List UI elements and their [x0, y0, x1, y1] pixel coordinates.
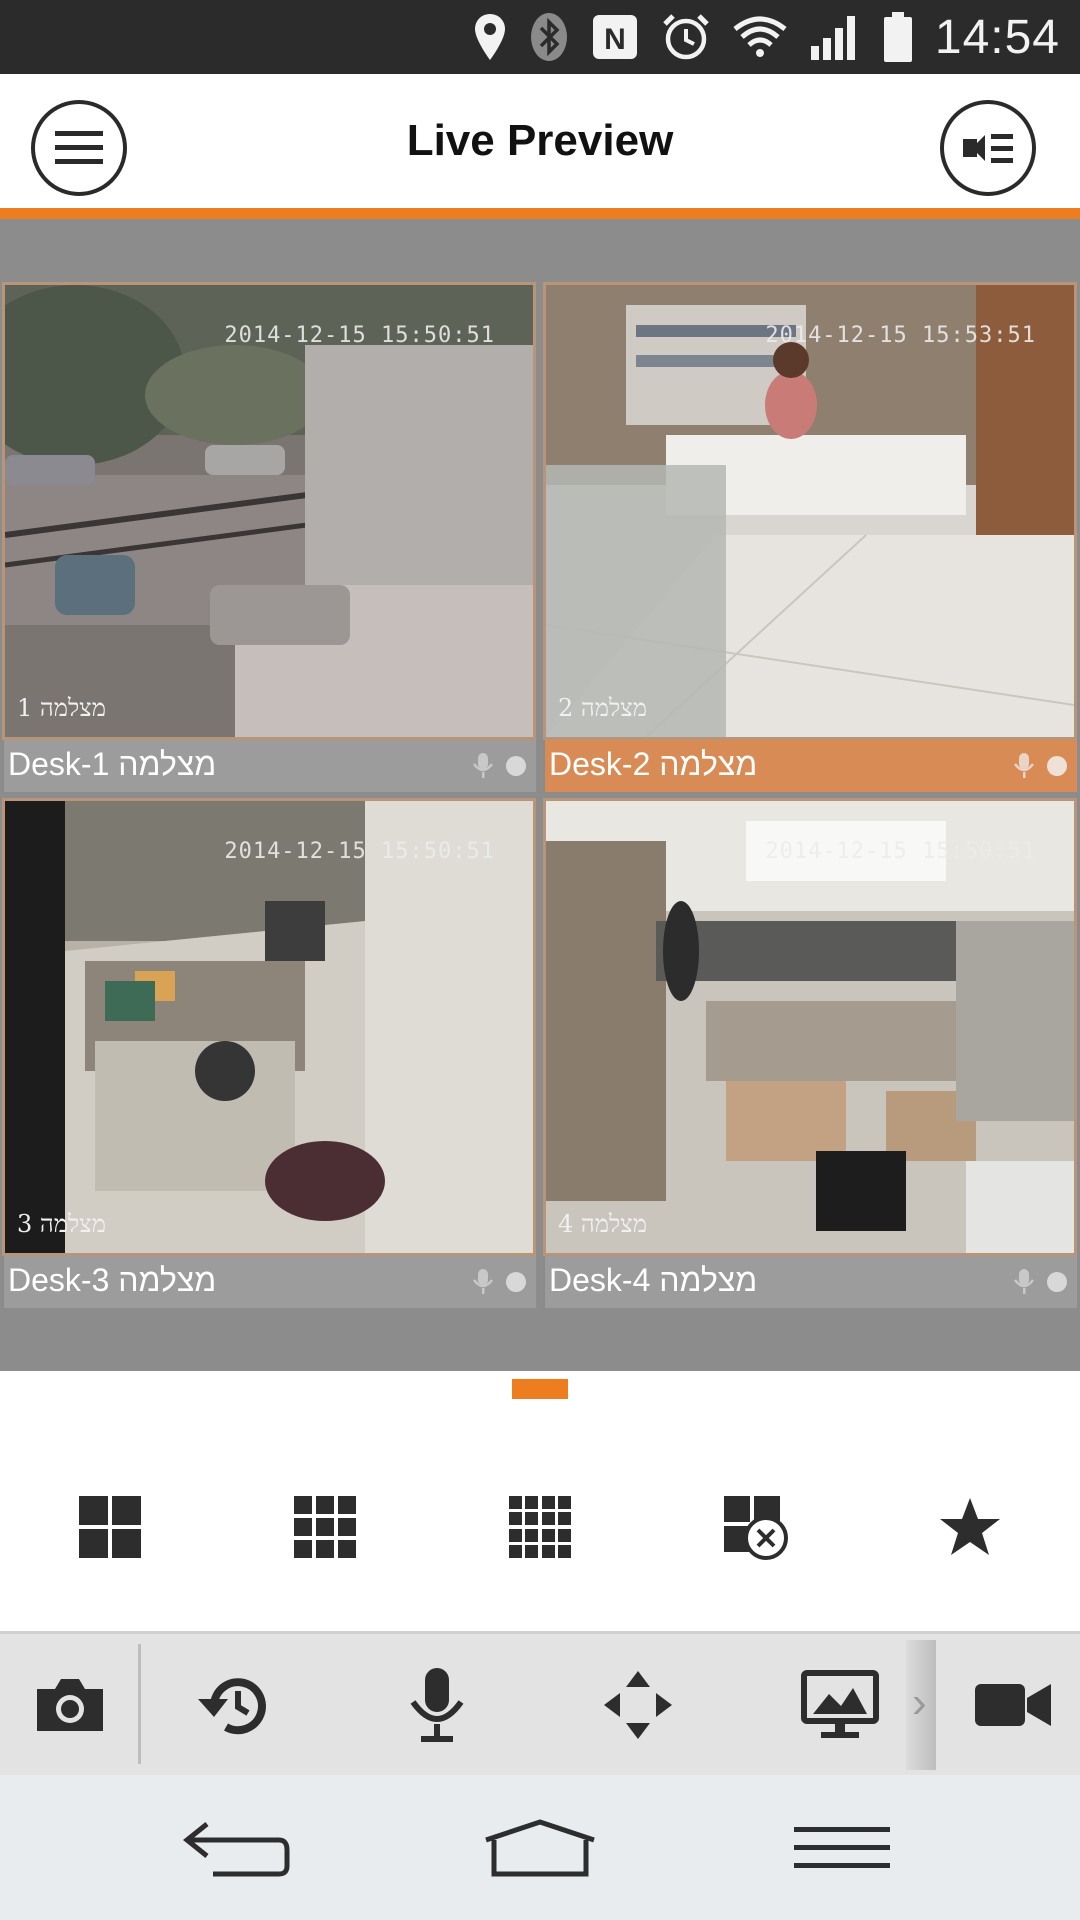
layout-panel — [0, 1371, 1080, 1631]
nav-menu-button[interactable] — [762, 1775, 922, 1920]
location-icon — [474, 14, 505, 60]
playback-history-icon — [198, 1677, 266, 1734]
layout-2x2-button[interactable] — [70, 1487, 150, 1567]
toolbar-divider — [138, 1644, 141, 1764]
talk-button[interactable] — [387, 1634, 487, 1775]
page-indicator — [512, 1379, 568, 1399]
svg-text:N: N — [604, 23, 626, 56]
layout-3x3-button[interactable] — [285, 1487, 365, 1567]
camera-feed-2[interactable]: 2014-12-15 15:53:51 2 מצלמה — [543, 282, 1077, 740]
camera-timestamp-1: 2014-12-15 15:50:51 — [224, 323, 495, 348]
battery-icon — [883, 12, 912, 62]
camera-overlay-3: 3 מצלמה — [17, 1210, 106, 1238]
camera-feed-image-1 — [5, 285, 533, 737]
camera-feed-4[interactable]: 2014-12-15 15:50:51 4 מצלמה — [543, 798, 1077, 1256]
camera-tile-2[interactable]: 2014-12-15 15:53:51 2 מצלמה Desk-2 מצלמה — [543, 282, 1077, 798]
header-accent-bar — [0, 208, 1080, 219]
camera-label-1: Desk-1 מצלמה — [8, 746, 217, 782]
record-button[interactable] — [958, 1634, 1068, 1775]
snapshot-camera-icon — [37, 1678, 103, 1731]
camera-feed-image-3 — [5, 801, 533, 1253]
mic-status-icon — [1014, 1269, 1034, 1294]
status-bar: N 14:54 — [0, 0, 1080, 74]
status-time: 14:54 — [934, 10, 1060, 64]
camera-timestamp-2: 2014-12-15 15:53:51 — [765, 323, 1036, 348]
image-settings-button[interactable] — [790, 1634, 890, 1775]
record-status-icon — [506, 1272, 526, 1292]
playback-button[interactable] — [186, 1634, 286, 1775]
camera-label-bar-2[interactable]: Desk-2 מצלמה — [543, 740, 1077, 792]
camera-overlay-1: 1 מצלמה — [17, 694, 106, 722]
camera-tile-3[interactable]: 2014-12-15 15:50:51 3 מצלמה Desk-3 מצלמה — [2, 798, 536, 1314]
camera-feed-image-4 — [546, 801, 1074, 1253]
camera-tile-1[interactable]: 2014-12-15 15:50:51 1 מצלמה Desk-1 מצלמה — [2, 282, 536, 798]
camera-label-bar-1[interactable]: Desk-1 מצלמה — [2, 740, 536, 792]
record-status-icon — [506, 756, 526, 776]
close-all-button[interactable] — [715, 1487, 795, 1567]
mic-status-icon — [473, 1269, 493, 1294]
page-title: Live Preview — [406, 116, 674, 165]
favorites-button[interactable] — [930, 1487, 1010, 1567]
mic-status-icon — [473, 753, 493, 778]
camera-feed-1[interactable]: 2014-12-15 15:50:51 1 מצלמה — [2, 282, 536, 740]
grid-2x2-icon — [79, 1496, 141, 1558]
layout-4x4-button[interactable] — [500, 1487, 580, 1567]
image-adjust-icon — [801, 1669, 879, 1738]
ptz-arrows-icon — [604, 1670, 672, 1739]
record-video-icon — [975, 1683, 1051, 1726]
bluetooth-icon — [530, 13, 567, 61]
record-status-icon — [1047, 756, 1067, 776]
ptz-button[interactable] — [588, 1634, 688, 1775]
close-all-icon — [724, 1496, 788, 1560]
record-status-icon — [1047, 1272, 1067, 1292]
camera-label-3: Desk-3 מצלמה — [8, 1262, 217, 1298]
back-icon — [183, 1821, 290, 1876]
camera-timestamp-3: 2014-12-15 15:50:51 — [224, 839, 495, 864]
camera-overlay-2: 2 מצלמה — [558, 694, 647, 722]
nav-back-button[interactable] — [158, 1775, 318, 1920]
nfc-icon: N — [592, 15, 637, 59]
alarm-icon — [663, 14, 709, 60]
chevron-right-icon[interactable]: › — [912, 1678, 927, 1728]
camera-overlay-4: 4 מצלמה — [558, 1210, 647, 1238]
snapshot-button[interactable] — [20, 1634, 120, 1775]
camera-list-icon — [963, 134, 1013, 163]
camera-label-bar-3[interactable]: Desk-3 מצלמה — [2, 1256, 536, 1308]
control-toolbar: › — [0, 1631, 1080, 1775]
microphone-icon — [410, 1667, 464, 1742]
camera-tile-4[interactable]: 2014-12-15 15:50:51 4 מצלמה Desk-4 מצלמה — [543, 798, 1077, 1314]
camera-label-4: Desk-4 מצלמה — [549, 1262, 758, 1298]
camera-timestamp-4: 2014-12-15 15:50:51 — [765, 839, 1036, 864]
grid-3x3-icon — [294, 1496, 356, 1558]
camera-feed-image-2 — [546, 285, 1074, 737]
signal-icon — [810, 16, 855, 60]
camera-grid: 2014-12-15 15:50:51 1 מצלמה Desk-1 מצלמה — [0, 219, 1080, 1371]
nav-home-button[interactable] — [460, 1775, 620, 1920]
menu-icon — [794, 1826, 890, 1868]
camera-label-2: Desk-2 מצלמה — [549, 746, 758, 782]
camera-feed-3[interactable]: 2014-12-15 15:50:51 3 מצלמה — [2, 798, 536, 1256]
wifi-icon — [733, 16, 787, 57]
home-icon — [485, 1818, 595, 1876]
app-header: Live Preview — [0, 74, 1080, 210]
grid-4x4-icon — [509, 1496, 571, 1558]
system-nav-bar — [0, 1775, 1080, 1920]
favorite-star-icon — [940, 1498, 1000, 1555]
camera-label-bar-4[interactable]: Desk-4 מצלמה — [543, 1256, 1077, 1308]
mic-status-icon — [1014, 753, 1034, 778]
layout-options — [0, 1487, 1080, 1567]
camera-list-button[interactable] — [940, 100, 1036, 196]
